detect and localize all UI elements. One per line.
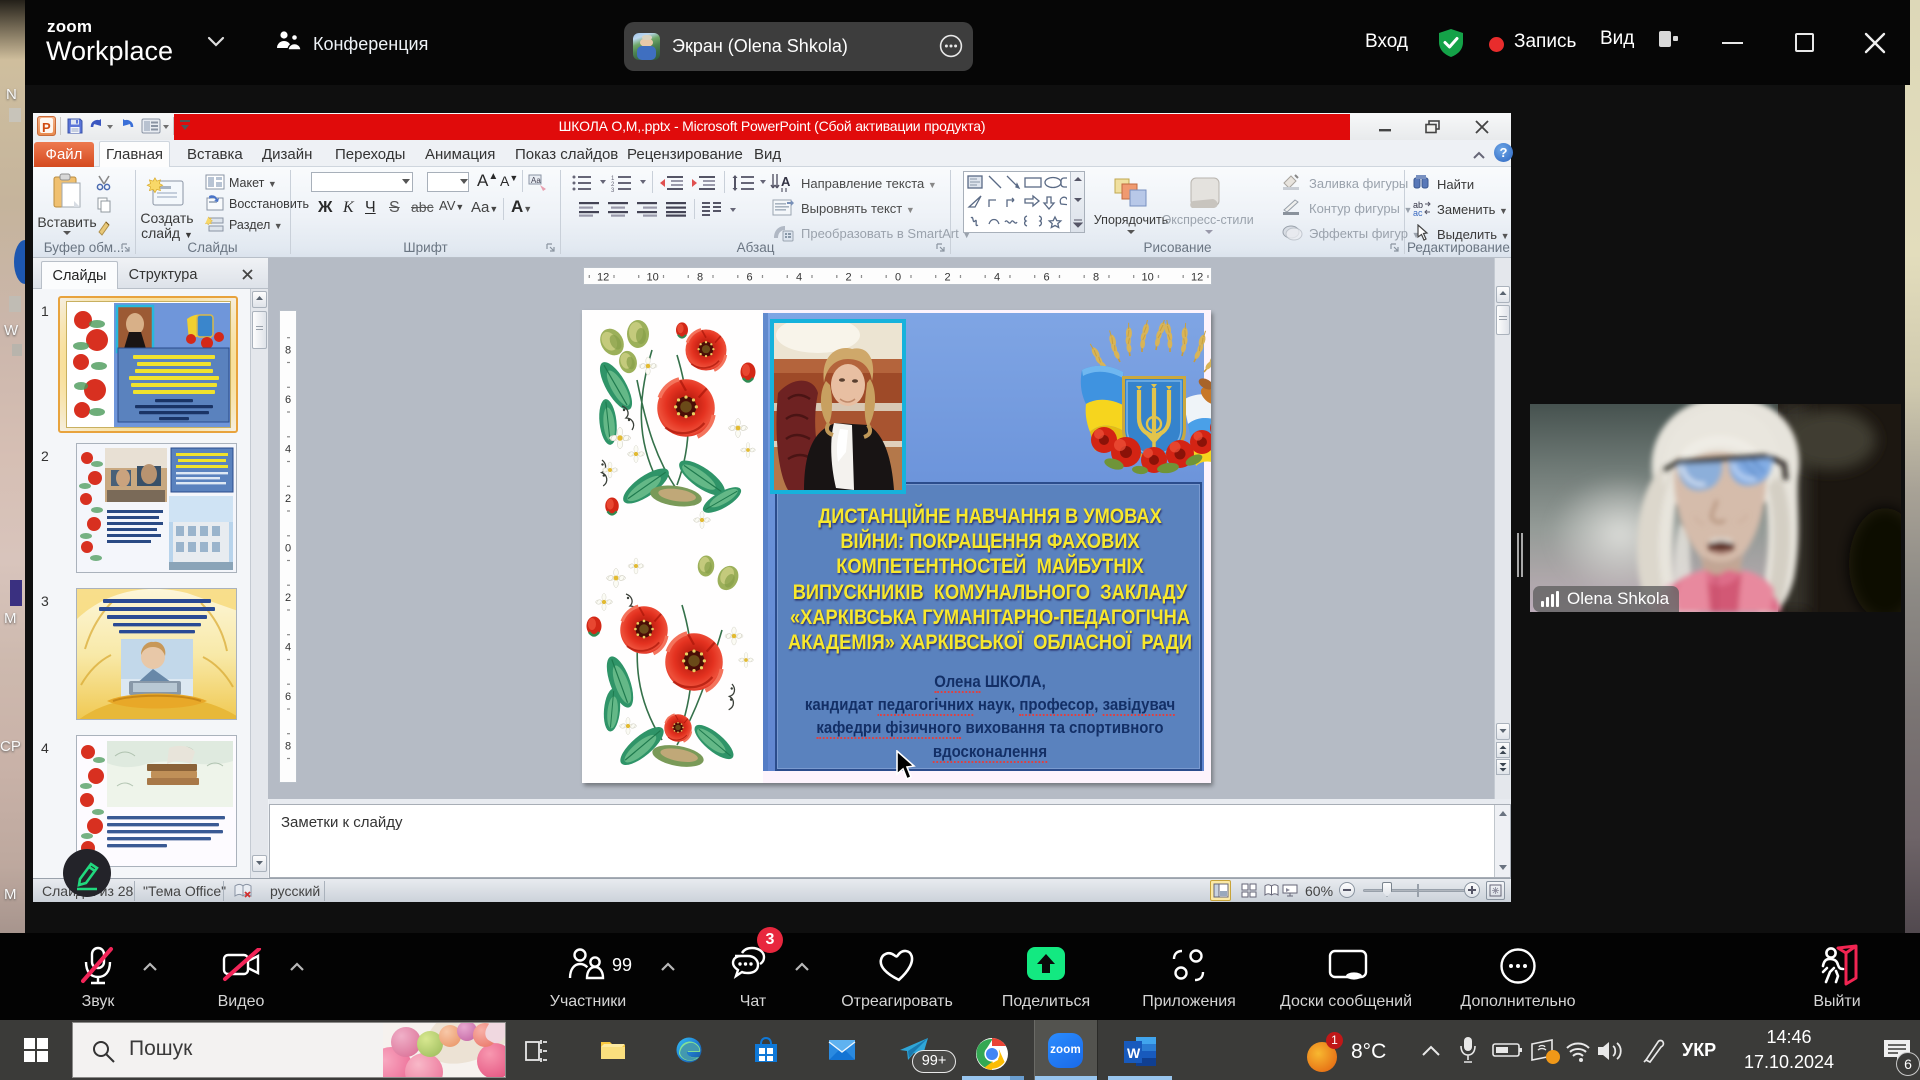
svg-text:2: 2	[945, 272, 951, 284]
svg-text:4: 4	[285, 642, 291, 654]
svg-text:8: 8	[285, 741, 291, 753]
svg-text:8: 8	[285, 345, 291, 357]
svg-text:W: W	[1127, 1045, 1141, 1061]
svg-text:10: 10	[1142, 272, 1154, 284]
svg-text:0: 0	[895, 272, 901, 284]
svg-text:4: 4	[994, 272, 1000, 284]
svg-text:2: 2	[285, 592, 291, 604]
svg-text:12: 12	[597, 272, 609, 284]
svg-text:6: 6	[285, 394, 291, 406]
svg-text:4: 4	[796, 272, 802, 284]
svg-text:8: 8	[1093, 272, 1099, 284]
svg-text:6: 6	[285, 691, 291, 703]
svg-text:2: 2	[846, 272, 852, 284]
svg-text:2: 2	[285, 493, 291, 505]
svg-text:3: 3	[611, 188, 615, 192]
svg-text:10: 10	[647, 272, 659, 284]
svg-text:6: 6	[747, 272, 753, 284]
svg-text:4: 4	[285, 444, 291, 456]
svg-text:0: 0	[285, 543, 291, 555]
svg-text:12: 12	[1191, 272, 1203, 284]
svg-text:ас: ас	[1413, 208, 1423, 217]
svg-text:6: 6	[1044, 272, 1050, 284]
svg-text:A: A	[781, 174, 791, 189]
svg-text:8: 8	[697, 272, 703, 284]
svg-text:Aа: Aа	[531, 176, 541, 185]
